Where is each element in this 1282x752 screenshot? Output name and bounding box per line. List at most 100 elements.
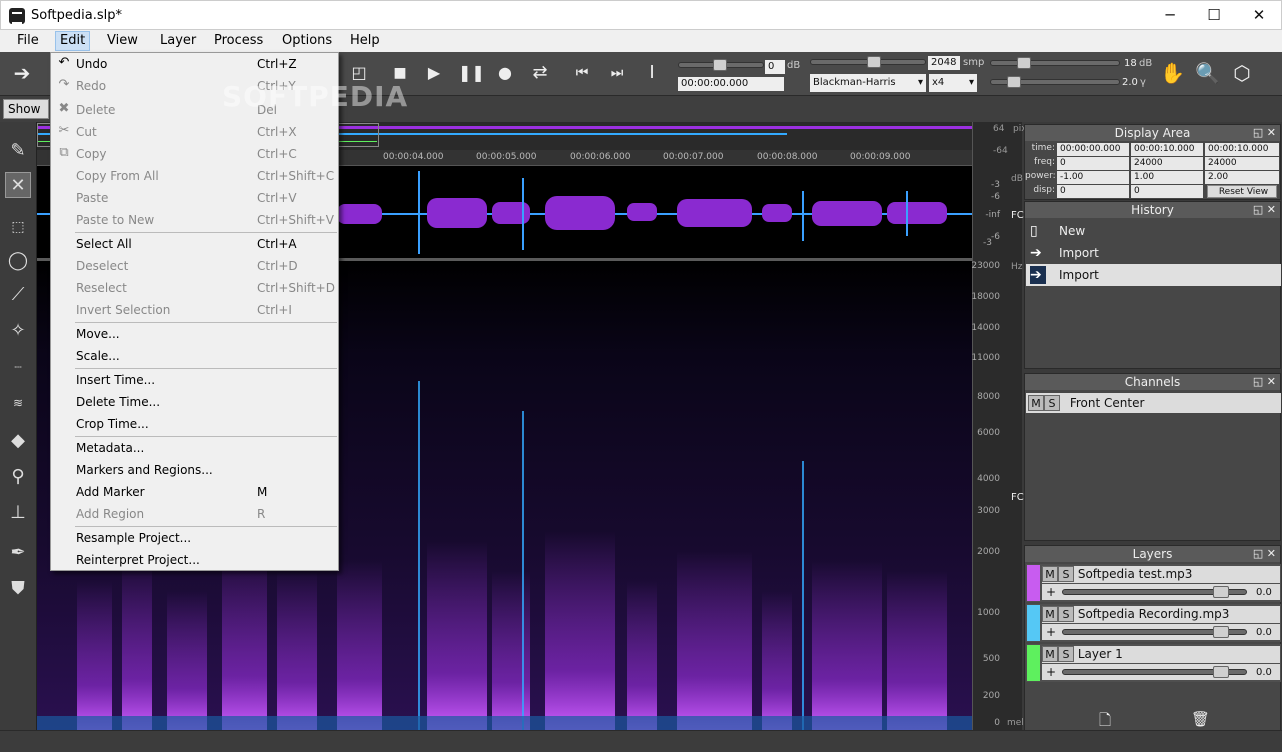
brush-icon[interactable]: ⟋: [5, 282, 31, 308]
menu-item-reselect[interactable]: Reselect Ctrl+Shift+D: [52, 277, 338, 299]
channel-row[interactable]: MS Front Center: [1026, 393, 1281, 413]
cursor-icon[interactable]: I: [641, 62, 663, 84]
fft-slider[interactable]: [810, 56, 926, 68]
trash-icon[interactable]: 🗑: [1191, 710, 1210, 728]
menu-item-cut[interactable]: ✂ Cut Ctrl+X: [52, 121, 338, 143]
line-icon[interactable]: ┈: [5, 354, 31, 380]
history-item[interactable]: ➔ Import: [1026, 242, 1281, 264]
hand-icon[interactable]: ✋: [1160, 62, 1185, 84]
add-icon[interactable]: +: [1046, 585, 1056, 599]
harmonic-icon[interactable]: ≋: [5, 390, 31, 416]
stamp-icon[interactable]: ⊥: [5, 500, 31, 526]
da-field[interactable]: 0: [1131, 185, 1203, 198]
import-icon[interactable]: ➔: [11, 62, 33, 84]
menu-item-paste-to-new[interactable]: Paste to New Ctrl+Shift+V: [52, 209, 338, 231]
mute-button[interactable]: M: [1042, 606, 1058, 622]
magic-wand-icon[interactable]: ✧: [5, 318, 31, 344]
menu-view[interactable]: View: [107, 33, 138, 48]
menu-item-scale[interactable]: Scale...: [52, 345, 338, 367]
layer-row[interactable]: MS Softpedia test.mp3 +0.0: [1026, 564, 1281, 602]
menu-process[interactable]: Process: [214, 33, 263, 48]
menu-item-undo[interactable]: ↶ Undo Ctrl+Z: [52, 53, 338, 75]
da-field[interactable]: 2.00: [1205, 171, 1279, 184]
reset-view-button[interactable]: Reset View: [1207, 185, 1277, 198]
fft-size-field[interactable]: 2048: [928, 56, 960, 70]
layer-volume-slider[interactable]: [1062, 626, 1247, 638]
skip-start-icon[interactable]: ⏮: [571, 62, 593, 84]
da-field[interactable]: 24000: [1131, 157, 1203, 170]
volume-db-field[interactable]: 0: [765, 60, 785, 74]
da-field[interactable]: 0: [1057, 185, 1129, 198]
close-button[interactable]: ✕: [1236, 1, 1282, 31]
eraser-icon[interactable]: ◆: [5, 428, 31, 454]
menu-item-resample[interactable]: Resample Project...: [52, 527, 338, 549]
menu-item-add-marker[interactable]: Add Marker M: [52, 481, 338, 503]
add-icon[interactable]: +: [1046, 625, 1056, 639]
layer-volume-slider[interactable]: [1062, 666, 1247, 678]
solo-button[interactable]: S: [1058, 606, 1074, 622]
menu-item-add-region[interactable]: Add Region R: [52, 503, 338, 525]
loop-icon[interactable]: ⇄: [529, 62, 551, 84]
menu-options[interactable]: Options: [282, 33, 332, 48]
da-field[interactable]: 00:00:10.000: [1131, 143, 1203, 156]
menu-item-metadata[interactable]: Metadata...: [52, 437, 338, 459]
time-field[interactable]: 00:00:00.000: [678, 77, 784, 91]
mute-button[interactable]: M: [1042, 566, 1058, 582]
panel-controls-icon[interactable]: ◱ ✕: [1253, 202, 1276, 218]
menu-item-invert-selection[interactable]: Invert Selection Ctrl+I: [52, 299, 338, 321]
da-field[interactable]: -1.00: [1057, 171, 1129, 184]
menu-item-select-all[interactable]: Select All Ctrl+A: [52, 233, 338, 255]
skip-end-icon[interactable]: ⏭: [606, 62, 628, 84]
record-icon[interactable]: ●: [494, 62, 516, 84]
eyedropper-icon[interactable]: ✎: [5, 138, 31, 164]
panel-controls-icon[interactable]: ◱ ✕: [1253, 546, 1276, 562]
da-field[interactable]: 1.00: [1131, 171, 1203, 184]
maximize-button[interactable]: ☐: [1191, 1, 1237, 31]
layer-row[interactable]: MS Softpedia Recording.mp3 +0.0: [1026, 604, 1281, 642]
mute-button[interactable]: M: [1042, 646, 1058, 662]
show-button[interactable]: Show G: [3, 99, 49, 134]
zoom-icon[interactable]: 🔍: [1195, 62, 1220, 84]
menu-item-paste[interactable]: Paste Ctrl+V: [52, 187, 338, 209]
panel-controls-icon[interactable]: ◱ ✕: [1253, 374, 1276, 390]
menu-item-copy-from-all[interactable]: Copy From All Ctrl+Shift+C: [52, 165, 338, 187]
pause-icon[interactable]: ❚❚: [458, 62, 485, 84]
menu-item-insert-time[interactable]: Insert Time...: [52, 369, 338, 391]
magnifier-icon[interactable]: ⚲: [5, 464, 31, 490]
lasso-icon[interactable]: ◯: [5, 248, 31, 274]
history-item[interactable]: ▯ New: [1026, 220, 1281, 242]
menu-item-delete-time[interactable]: Delete Time...: [52, 391, 338, 413]
menu-help[interactable]: Help: [350, 33, 380, 48]
da-field[interactable]: 24000: [1205, 157, 1279, 170]
da-field[interactable]: 00:00:00.000: [1057, 143, 1129, 156]
gamma-slider[interactable]: [990, 76, 1120, 88]
menu-item-copy[interactable]: ⧉ Copy Ctrl+C: [52, 143, 338, 165]
play-icon[interactable]: ▶: [423, 62, 445, 84]
window-function-select[interactable]: Blackman-Harris ▾: [810, 74, 926, 92]
volume-slider[interactable]: [678, 59, 764, 71]
bucket-icon[interactable]: ⛊: [5, 576, 31, 602]
menu-edit[interactable]: Edit: [55, 31, 91, 51]
rectangle-select-icon[interactable]: ⬚: [5, 214, 31, 240]
da-field[interactable]: 00:00:10.000: [1205, 143, 1279, 156]
layer-row[interactable]: MS Layer 1 +0.0: [1026, 644, 1281, 682]
menu-item-crop-time[interactable]: Crop Time...: [52, 413, 338, 435]
solo-button[interactable]: S: [1058, 646, 1074, 662]
solo-button[interactable]: S: [1058, 566, 1074, 582]
cube-icon[interactable]: ⬡: [1231, 62, 1253, 84]
menu-file[interactable]: File: [17, 33, 39, 48]
mute-button[interactable]: M: [1028, 395, 1044, 411]
panel-controls-icon[interactable]: ◱ ✕: [1253, 125, 1276, 141]
layer-volume-slider[interactable]: [1062, 586, 1247, 598]
menu-item-reinterpret[interactable]: Reinterpret Project...: [52, 549, 338, 571]
gain-slider[interactable]: [990, 57, 1120, 69]
pen-icon[interactable]: ✒: [5, 540, 31, 566]
da-field[interactable]: 0: [1057, 157, 1129, 170]
menu-item-deselect[interactable]: Deselect Ctrl+D: [52, 255, 338, 277]
menu-item-markers-regions[interactable]: Markers and Regions...: [52, 459, 338, 481]
add-icon[interactable]: +: [1046, 665, 1056, 679]
menu-item-move[interactable]: Move...: [52, 323, 338, 345]
oversample-select[interactable]: x4 ▾: [929, 74, 977, 92]
history-item-selected[interactable]: ➔ Import: [1026, 264, 1281, 286]
selection-tool-icon[interactable]: ✕: [5, 172, 31, 198]
